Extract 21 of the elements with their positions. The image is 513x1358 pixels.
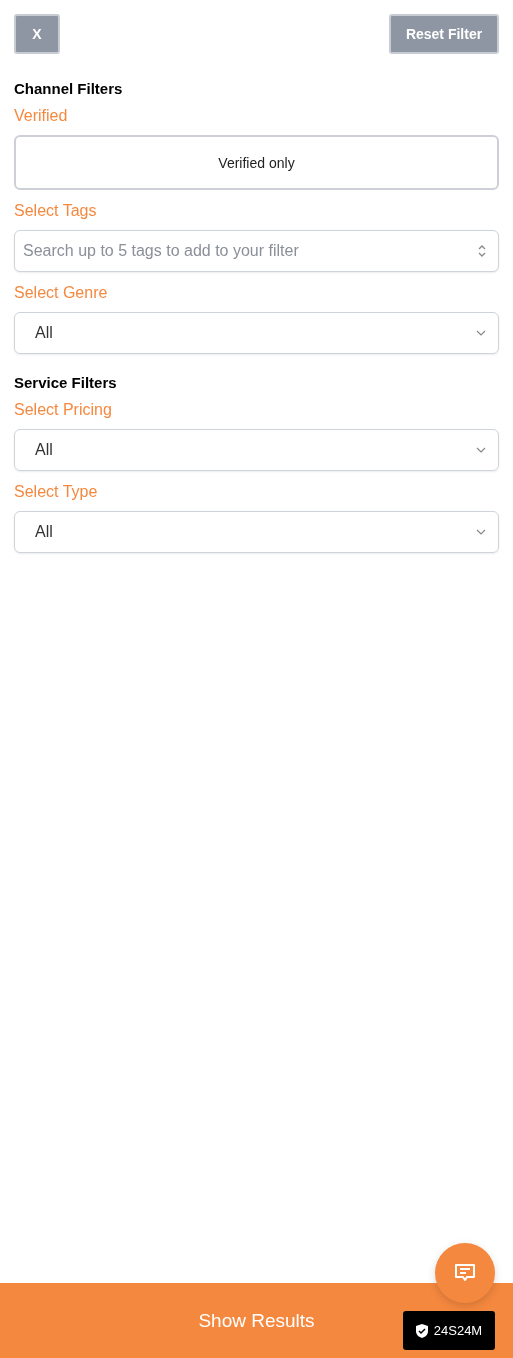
field-label: Select Type <box>14 483 99 501</box>
verified-toggle[interactable]: Verified only <box>14 135 499 190</box>
field-label: Select Genre <box>14 284 109 302</box>
security-badge[interactable]: 24S24M <box>403 1311 495 1350</box>
section-heading: Channel Filters <box>14 80 124 97</box>
dropdown[interactable]: All <box>14 429 499 471</box>
dropdown[interactable]: All <box>14 511 499 553</box>
field-label: Verified <box>14 107 69 125</box>
shield-check-icon <box>415 1323 428 1338</box>
field-label: Select Pricing <box>14 401 113 419</box>
field-label: Select Tags <box>14 202 98 220</box>
dropdown[interactable]: All <box>14 312 499 354</box>
badge-text: 24S24M <box>433 1323 483 1338</box>
sort-icon <box>477 243 487 259</box>
chat-button[interactable] <box>435 1243 495 1303</box>
chevron-down-icon <box>476 330 486 336</box>
chevron-down-icon <box>476 447 486 453</box>
chat-icon <box>454 1262 476 1284</box>
chevron-down-icon <box>476 529 486 535</box>
tags-search-field[interactable]: Search up to 5 tags to add to your filter <box>14 230 499 272</box>
section-heading: Service Filters <box>14 374 118 391</box>
